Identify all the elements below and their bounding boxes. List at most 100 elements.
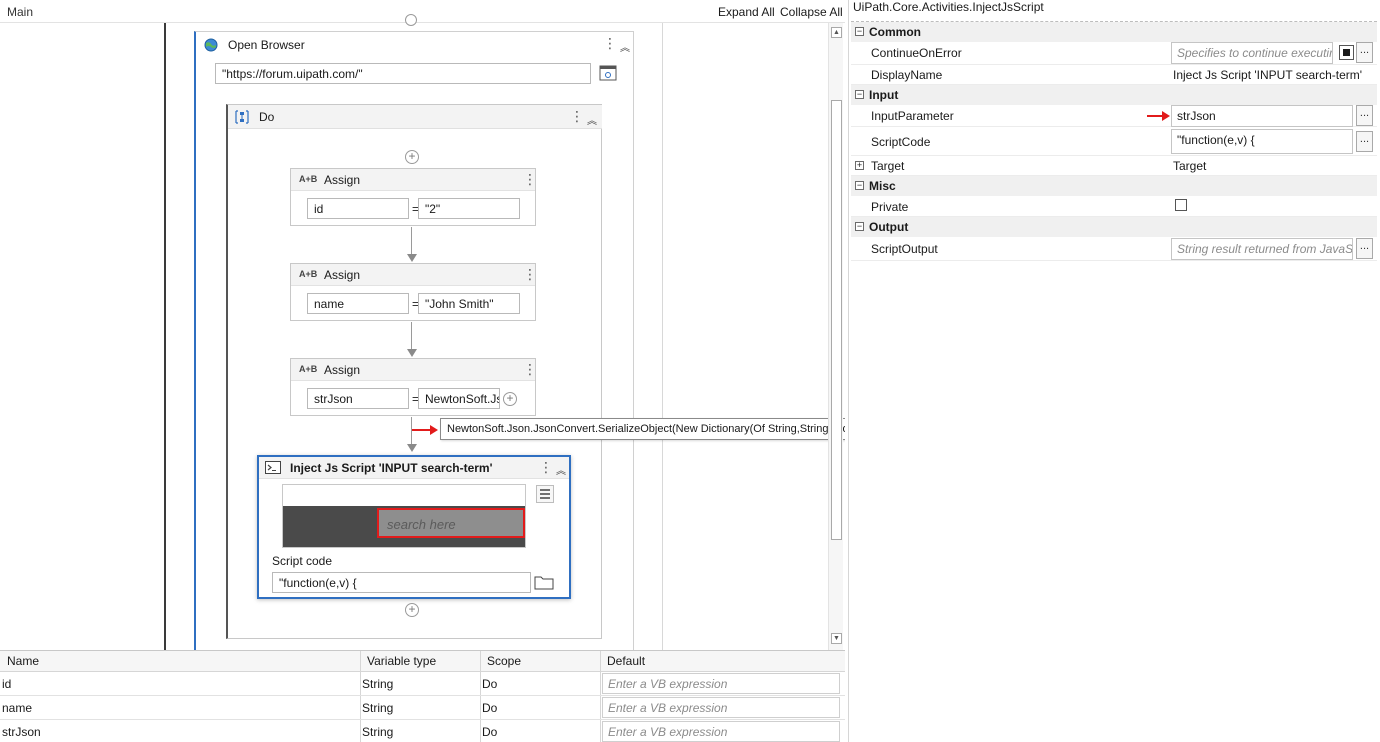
scroll-up-icon[interactable]: ▲ [831,27,842,38]
script-code-input[interactable]: "function(e,v) { [272,572,531,593]
kebab-menu-icon[interactable]: ⋮ [570,109,584,123]
category-label: Input [869,88,899,102]
inject-js-script-activity[interactable]: Inject Js Script 'INPUT search-term' ⋮ ︽… [257,455,571,599]
collapse-chevron-icon[interactable]: ︽ [556,462,566,477]
category-common[interactable]: − Common [851,22,1377,42]
variable-type[interactable]: String [362,701,393,715]
add-expression-icon[interactable]: + [503,392,517,406]
assign-activity-name[interactable]: A+B Assign ⋮ name = "John Smith" [290,263,537,321]
display-name-value[interactable]: Inject Js Script 'INPUT search-term' [1173,68,1362,82]
property-continue-on-error: ContinueOnError Specifies to continue ex… [851,42,1377,65]
add-activity-icon[interactable]: + [405,603,419,617]
connector-line [411,322,412,349]
scroll-down-icon[interactable]: ▼ [831,633,842,644]
assign-to-field[interactable]: id [307,198,409,219]
expand-toggle-icon[interactable]: + [855,161,864,170]
kebab-menu-icon[interactable]: ⋮ [523,362,537,376]
category-misc[interactable]: − Misc [851,176,1377,196]
ellipsis-button[interactable]: ... [1356,238,1373,259]
variable-default-input[interactable]: Enter a VB expression [602,697,840,718]
connector-arrow-icon [407,349,417,357]
do-title: Do [259,110,275,124]
category-input[interactable]: − Input [851,85,1377,105]
url-input[interactable]: "https://forum.uipath.com/" [215,63,591,84]
collapse-toggle-icon[interactable]: − [855,181,864,190]
scrollbar-thumb[interactable] [831,100,842,540]
expression-tooltip: NewtonSoft.Json.JsonConvert.SerializeObj… [440,418,845,440]
kebab-menu-icon[interactable]: ⋮ [539,460,553,474]
column-header-default[interactable]: Default [607,654,645,668]
globe-icon [204,38,218,55]
assign-value-field[interactable]: "John Smith" [418,293,520,314]
folder-icon[interactable] [534,574,554,593]
continue-on-error-input[interactable]: Specifies to continue executing [1171,42,1333,64]
menu-icon[interactable] [536,485,554,503]
script-code-property-input[interactable]: "function(e,v) { [1171,129,1353,154]
terminal-icon [265,461,281,477]
ellipsis-button[interactable]: ... [1356,105,1373,126]
checkbox-toggle-icon[interactable] [1339,45,1354,60]
private-checkbox[interactable] [1175,199,1187,211]
input-parameter-input[interactable]: strJson [1171,105,1353,127]
screenshot-search-box: search here [377,508,525,538]
variable-scope[interactable]: Do [482,677,497,691]
open-browser-title: Open Browser [228,38,305,52]
script-output-input[interactable]: String result returned from JavaScript [1171,238,1353,260]
connector-arrow-icon [407,254,417,262]
ellipsis-button[interactable]: ... [1356,131,1373,152]
kebab-menu-icon[interactable]: ⋮ [523,172,537,186]
variable-row[interactable]: name String Do Enter a VB expression [0,696,845,720]
kebab-menu-icon[interactable]: ⋮ [603,36,617,50]
collapse-toggle-icon[interactable]: − [855,27,864,36]
assign-to-field[interactable]: strJson [307,388,409,409]
sequence-icon [234,109,250,128]
variable-name[interactable]: id [2,677,11,691]
assign-activity-strjson[interactable]: A+B Assign ⋮ strJson = NewtonSoft.Json + [290,358,537,416]
variable-scope[interactable]: Do [482,725,497,739]
assign-to-field[interactable]: name [307,293,409,314]
variable-row[interactable]: id String Do Enter a VB expression [0,672,845,696]
variable-name[interactable]: name [2,701,32,715]
annotation-arrow-icon [430,425,438,435]
variable-default-input[interactable]: Enter a VB expression [602,673,840,694]
script-code-label: Script code [272,554,333,568]
designer-scrollbar[interactable]: ▲ ▼ [828,23,843,650]
ellipsis-button[interactable]: ... [1356,42,1373,63]
property-private: Private [851,196,1377,217]
target-value[interactable]: Target [1173,159,1206,173]
add-activity-icon[interactable]: + [405,150,419,164]
collapse-chevron-icon[interactable]: ︽ [620,39,630,54]
category-output[interactable]: − Output [851,217,1377,237]
do-header: Do ⋮ ︽ [228,105,602,129]
column-header-type[interactable]: Variable type [367,654,436,668]
column-header-scope[interactable]: Scope [487,654,521,668]
assign-value-field[interactable]: NewtonSoft.Json [418,388,500,409]
category-label: Output [869,220,909,234]
property-name: Target [871,159,905,173]
assign-header: A+B Assign ⋮ [291,264,537,286]
column-header-name[interactable]: Name [7,654,39,668]
variable-scope[interactable]: Do [482,701,497,715]
assign-icon: A+B [299,364,318,374]
variable-default-input[interactable]: Enter a VB expression [602,721,840,742]
collapse-toggle-icon[interactable]: − [855,222,864,231]
collapse-chevron-icon[interactable]: ︽ [587,112,597,127]
assign-value-field[interactable]: "2" [418,198,520,219]
variable-type[interactable]: String [362,677,393,691]
designer-header: Main Expand All Collapse All [0,0,845,23]
drop-point-icon[interactable] [405,14,417,26]
property-grid: − Common ContinueOnError Specifies to co… [851,21,1377,261]
breadcrumb-main[interactable]: Main [7,5,33,19]
collapse-toggle-icon[interactable]: − [855,90,864,99]
variable-name[interactable]: strJson [2,725,41,739]
assign-activity-id[interactable]: A+B Assign ⋮ id = "2" [290,168,537,226]
kebab-menu-icon[interactable]: ⋮ [523,267,537,281]
expand-all-link[interactable]: Expand All [718,5,775,19]
variable-row[interactable]: strJson String Do Enter a VB expression [0,720,845,742]
variable-type[interactable]: String [362,725,393,739]
collapse-all-link[interactable]: Collapse All [780,5,843,19]
category-label: Common [869,25,921,39]
properties-title: UiPath.Core.Activities.InjectJsScript [853,0,1044,14]
browser-window-icon[interactable] [599,65,617,84]
property-target[interactable]: + Target Target [851,156,1377,176]
